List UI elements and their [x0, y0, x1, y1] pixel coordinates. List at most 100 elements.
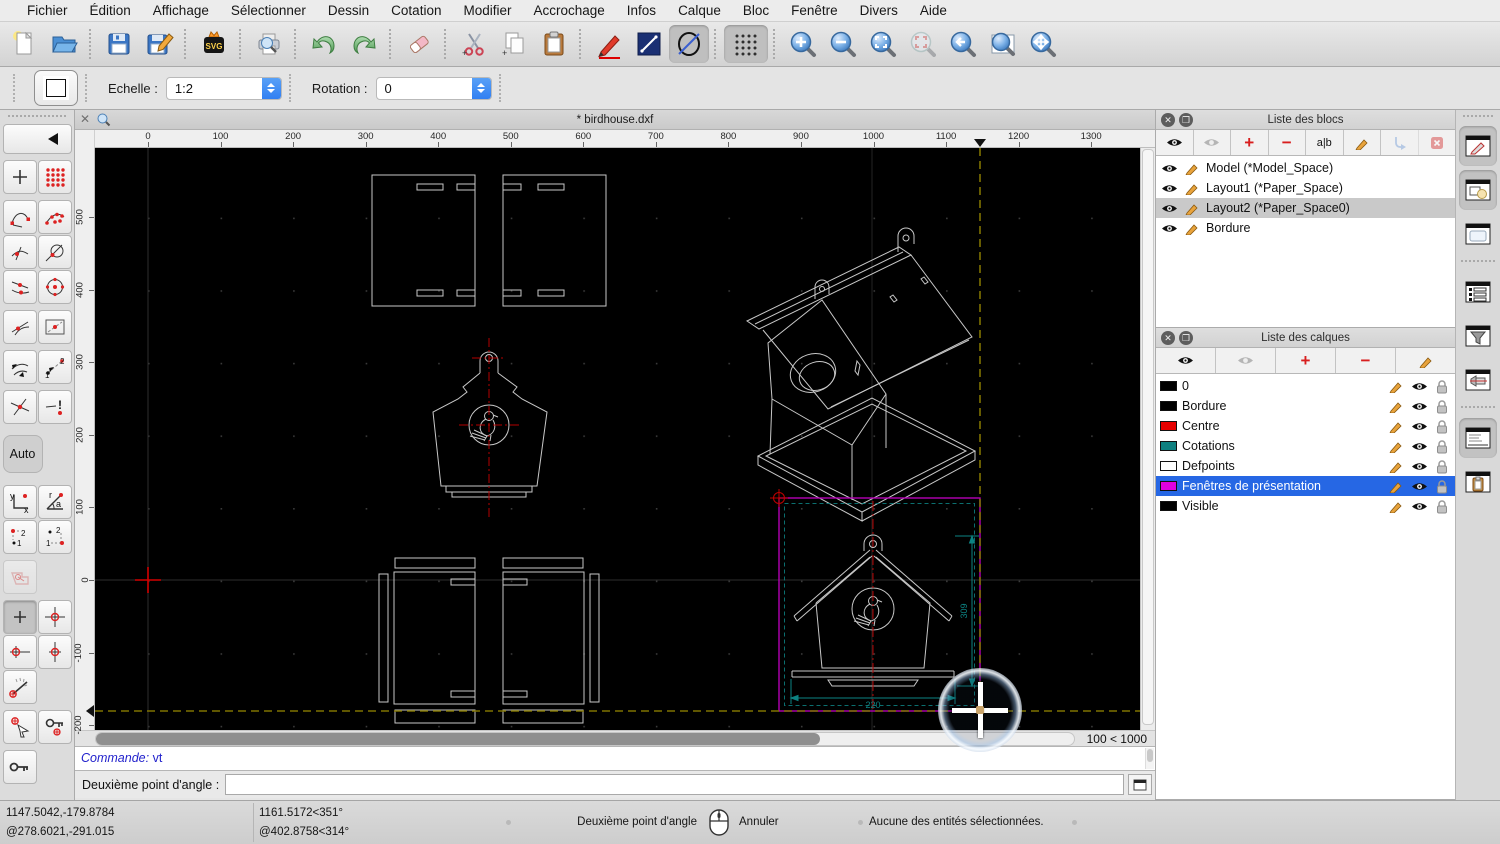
remove-layer-icon[interactable]: − — [1336, 348, 1396, 373]
snap-tangent-icon[interactable] — [37, 234, 72, 269]
block-row[interactable]: Bordure — [1156, 218, 1455, 238]
undo-icon[interactable] — [304, 25, 344, 63]
block-visibility-eye-icon[interactable] — [1160, 183, 1178, 194]
relative-zero-plus-icon[interactable] — [2, 599, 37, 634]
menu-item[interactable]: Infos — [616, 0, 667, 22]
menu-item[interactable]: Dessin — [317, 0, 380, 22]
command-input[interactable] — [225, 774, 1124, 795]
render-window-icon[interactable] — [1459, 360, 1497, 400]
cut-icon[interactable]: + — [454, 25, 494, 63]
add-layer-icon[interactable]: + — [1276, 348, 1336, 373]
close-panel-icon[interactable]: ✕ — [1161, 331, 1175, 345]
vertical-scrollbar[interactable] — [1140, 148, 1155, 730]
snap-points-on-entity-icon[interactable] — [37, 199, 72, 234]
snap-free-icon[interactable] — [2, 159, 37, 194]
restrict-orthogonal-icon[interactable] — [2, 349, 37, 384]
snap-reference-icon[interactable] — [37, 309, 72, 344]
horizontal-scrollbar[interactable] — [95, 731, 1075, 746]
relative-zero-vertical-icon[interactable] — [37, 634, 72, 669]
block-row[interactable]: Model (*Model_Space) — [1156, 158, 1455, 178]
layer-visibility-eye-icon[interactable] — [1410, 481, 1428, 492]
layer-visibility-eye-icon[interactable] — [1410, 421, 1428, 432]
menu-item[interactable]: Modifier — [452, 0, 522, 22]
menu-item[interactable]: Accrochage — [522, 0, 615, 22]
layer-lock-icon[interactable] — [1433, 399, 1451, 414]
eraser-icon[interactable] — [399, 25, 439, 63]
layer-lock-icon[interactable] — [1433, 499, 1451, 514]
snap-angle-icon[interactable] — [2, 669, 37, 704]
rotation-combobox[interactable]: 0 — [375, 76, 492, 100]
snap-intersection-icon[interactable] — [2, 389, 37, 424]
zoom-auto-icon[interactable] — [863, 25, 903, 63]
layer-list-window-icon[interactable] — [1459, 272, 1497, 312]
layer-row[interactable]: 0 — [1156, 376, 1455, 396]
layer-visibility-eye-icon[interactable] — [1410, 441, 1428, 452]
insert-block-icon[interactable] — [1381, 130, 1419, 155]
layer-row[interactable]: Defpoints — [1156, 456, 1455, 476]
zoom-pan-icon[interactable] — [1023, 25, 1063, 63]
clipboard-window-icon[interactable] — [1459, 462, 1497, 502]
zoom-out-icon[interactable] — [823, 25, 863, 63]
menu-item[interactable]: Sélectionner — [220, 0, 317, 22]
back-button[interactable] — [2, 123, 72, 154]
snap-grid-icon[interactable] — [37, 159, 72, 194]
draw-ellipse-icon[interactable] — [669, 25, 709, 63]
draw-line-icon[interactable] — [629, 25, 669, 63]
command-history-scrollbar[interactable] — [1145, 748, 1154, 769]
layer-row[interactable]: Cotations — [1156, 436, 1455, 456]
coordinate-cartesian-icon[interactable]: yx — [2, 484, 37, 519]
property-editor-window-icon[interactable] — [1459, 126, 1497, 166]
snap-intersection-manual-icon[interactable]: ! — [37, 389, 72, 424]
block-visibility-eye-icon[interactable] — [1160, 163, 1178, 174]
viewport-mode-button[interactable] — [34, 70, 78, 106]
corners-relative-icon[interactable]: 12 — [2, 519, 37, 554]
layer-visibility-eye-icon[interactable] — [1410, 461, 1428, 472]
block-visibility-eye-icon[interactable] — [1160, 223, 1178, 234]
drawing-canvas[interactable]: 309 220 — [95, 148, 1140, 752]
block-row[interactable]: Layout2 (*Paper_Space0) — [1156, 198, 1455, 218]
layer-visibility-eye-icon[interactable] — [1410, 401, 1428, 412]
new-file-icon[interactable] — [4, 25, 44, 63]
edit-layer-icon[interactable] — [1396, 348, 1455, 373]
layer-row[interactable]: Visible — [1156, 496, 1455, 516]
snap-perpendicular-icon[interactable] — [2, 234, 37, 269]
show-all-blocks-icon[interactable] — [1156, 130, 1194, 155]
save-as-icon[interactable] — [139, 25, 179, 63]
show-all-layers-icon[interactable] — [1156, 348, 1216, 373]
menu-item[interactable]: Calque — [667, 0, 732, 22]
layer-lock-icon[interactable] — [1433, 439, 1451, 454]
add-block-icon[interactable]: + — [1231, 130, 1269, 155]
save-icon[interactable] — [99, 25, 139, 63]
menu-item[interactable]: Fenêtre — [780, 0, 849, 22]
hide-all-blocks-icon[interactable] — [1194, 130, 1231, 155]
svg-export-icon[interactable]: SVG — [194, 25, 234, 63]
horizontal-scrollbar-thumb[interactable] — [96, 732, 820, 745]
grid-toggle-icon[interactable] — [724, 25, 768, 63]
layer-visibility-eye-icon[interactable] — [1410, 501, 1428, 512]
block-visibility-eye-icon[interactable] — [1160, 203, 1178, 214]
draw-pencil-icon[interactable] — [589, 25, 629, 63]
copy-icon[interactable]: + — [494, 25, 534, 63]
layer-lock-icon[interactable] — [1433, 379, 1451, 394]
vertical-scrollbar-thumb[interactable] — [1142, 149, 1154, 726]
menu-item[interactable]: Édition — [79, 0, 142, 22]
snap-distance-icon[interactable] — [2, 309, 37, 344]
lock-relative-zero-icon[interactable] — [37, 709, 72, 744]
menu-item[interactable]: Divers — [849, 0, 909, 22]
snap-middle-icon[interactable] — [2, 269, 37, 304]
edit-block-icon[interactable] — [1344, 130, 1381, 155]
detach-panel-icon[interactable]: ❐ — [1179, 113, 1193, 127]
zoom-previous-icon[interactable] — [943, 25, 983, 63]
zoom-in-icon[interactable] — [783, 25, 823, 63]
rename-block-icon[interactable]: a|b — [1306, 130, 1344, 155]
menu-item[interactable]: Affichage — [142, 0, 220, 22]
viewport-window-icon[interactable] — [1459, 214, 1497, 254]
layer-lock-icon[interactable] — [1433, 479, 1451, 494]
hide-all-layers-icon[interactable] — [1216, 348, 1276, 373]
corners-absolute-icon[interactable]: 12 — [37, 519, 72, 554]
layer-lock-icon[interactable] — [1433, 419, 1451, 434]
layer-row[interactable]: Bordure — [1156, 396, 1455, 416]
paste-icon[interactable] — [534, 25, 574, 63]
coordinate-polar-icon[interactable]: ra — [37, 484, 72, 519]
zoom-window-icon[interactable] — [983, 25, 1023, 63]
